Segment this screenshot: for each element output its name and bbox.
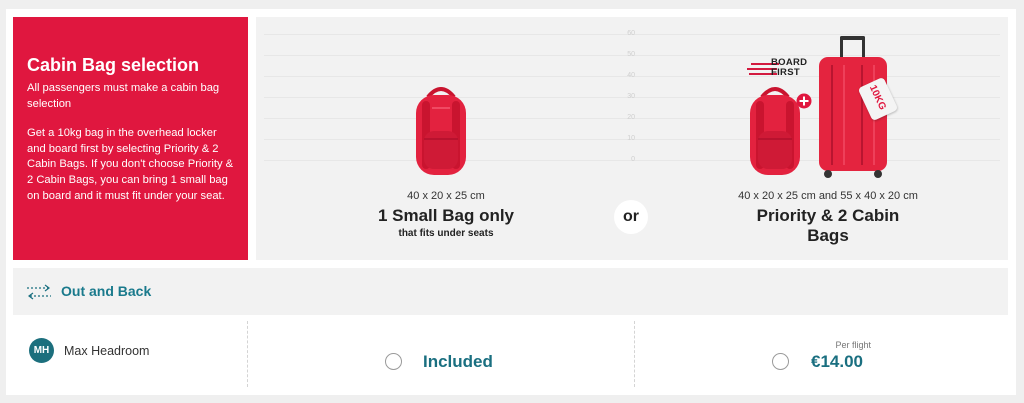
badge-first-text: FIRST [771,67,800,78]
route-header: Out and Back [13,268,1008,315]
priority-option: 40 x 20 x 25 cm and 55 x 40 x 20 cm Prio… [723,189,933,246]
size-tick-label: 50 [627,51,635,58]
return-arrows-icon [27,284,51,300]
cabin-bag-description: Get a 10kg bag in the overhead locker an… [27,127,234,202]
avatar: MH [29,338,54,363]
size-tick-label: 40 [627,72,635,79]
or-separator: or [614,200,648,234]
size-tick-label: 10 [627,135,635,142]
priority-price[interactable]: €14.00 [811,352,863,372]
priority-dimensions: 40 x 20 x 25 cm and 55 x 40 x 20 cm [738,190,918,202]
tag-label: 10KG [866,83,888,112]
passenger-name: Max Headroom [64,344,150,358]
priority-radio[interactable] [772,353,789,370]
route-label: Out and Back [61,283,152,299]
board-first-badge: BOARD FIRST [747,58,819,82]
cabin-bag-title: Cabin Bag selection [27,55,200,75]
small-backpack-image [416,87,466,175]
cabin-bag-info-panel: Cabin Bag selection All passengers must … [13,17,248,260]
small-bag-radio[interactable] [385,353,402,370]
plus-icon [796,93,812,109]
small-bag-option: 40 x 20 x 25 cm 1 Small Bag only that fi… [336,189,556,240]
size-tick-label: 20 [627,114,635,121]
per-flight-label: Per flight [835,340,871,350]
cabin-bag-requirement-text: All passengers must make a cabin bag sel… [27,82,220,110]
priority-title: Priority & 2 Cabin Bags [756,206,900,245]
column-divider [634,321,635,387]
small-bag-subtitle: that fits under seats [398,228,494,239]
size-tick-label: 0 [631,156,635,163]
small-bag-dimensions: 40 x 20 x 25 cm [407,190,485,202]
small-bag-price[interactable]: Included [423,352,493,372]
column-divider [247,321,248,387]
small-bag-title: 1 Small Bag only [377,206,515,225]
size-tick-label: 60 [627,30,635,37]
bag-options-panel: 60 50 40 30 20 10 0 BOARD FIRST 10KG 40 … [256,17,1008,260]
size-tick-label: 30 [627,93,635,100]
